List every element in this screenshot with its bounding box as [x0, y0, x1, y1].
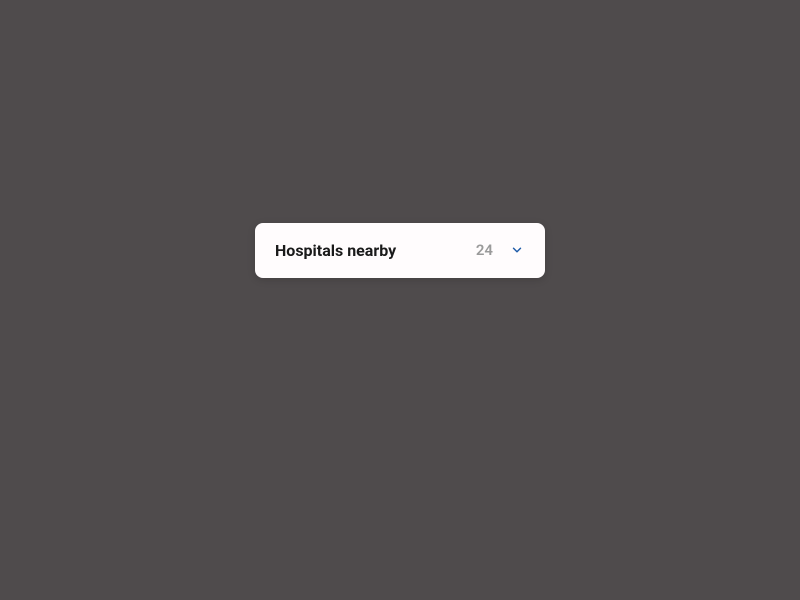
chevron-down-icon: [509, 242, 525, 258]
hospitals-nearby-accordion: Hospitals nearby 24: [255, 223, 545, 278]
accordion-title: Hospitals nearby: [275, 241, 476, 260]
accordion-count: 24: [476, 241, 493, 259]
accordion-header[interactable]: Hospitals nearby 24: [255, 223, 545, 278]
